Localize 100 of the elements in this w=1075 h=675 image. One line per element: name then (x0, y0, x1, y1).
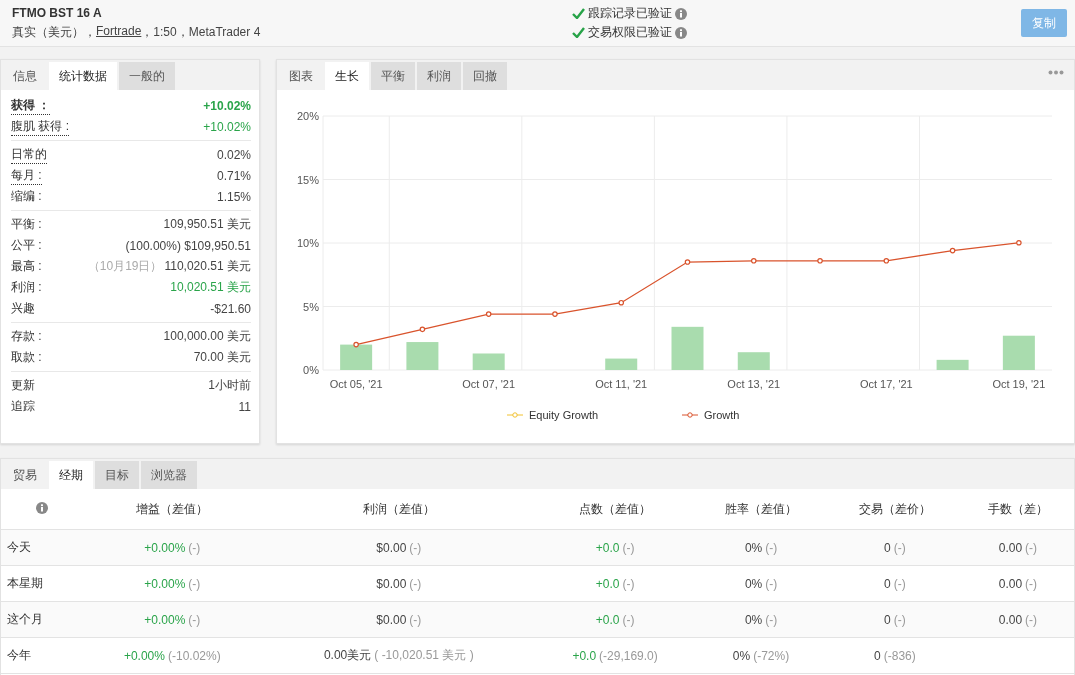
period-diff: (-) (188, 612, 201, 627)
period-value: +0.0 (595, 576, 620, 591)
axis-label: Oct 19, '21 (992, 378, 1046, 391)
period-value: +0.00% (144, 540, 186, 555)
verification-label: 跟踪记录已验证 (588, 5, 672, 23)
axis-label: 10% (296, 237, 319, 250)
stat-value: (100.00%) $109,950.51 (125, 238, 251, 253)
period-diff: (-) (1025, 540, 1038, 555)
stat-label: 公平 : (11, 237, 42, 255)
period-value: +0.0 (595, 612, 620, 627)
stat-label: 取款 : (11, 349, 42, 367)
stat-value: 70.00 美元 (193, 349, 251, 367)
axis-label: Oct 17, '21 (859, 378, 913, 391)
period-diff: (-836) (883, 648, 916, 663)
period-diff: (-) (765, 612, 778, 627)
stat-value: 0.71% (216, 168, 251, 183)
account-details: ，1:50，MetaTrader 4 (141, 23, 261, 41)
period-value: 0.00美元 (323, 648, 372, 662)
verification-label: 交易权限已验证 (588, 24, 672, 42)
period-diff: (-) (893, 576, 906, 591)
period-diff: ( -10,020.51 美元 ) (374, 648, 474, 662)
column-header: 胜率（差值） (694, 489, 828, 530)
stat-value: 0.02% (216, 147, 251, 162)
stat-label: 每月 : (11, 166, 42, 185)
period-value: 0% (744, 612, 763, 627)
period-diff: (-10.02%) (167, 648, 221, 663)
axis-label: Oct 13, '21 (727, 378, 781, 391)
period-value: 0.00 (998, 540, 1023, 555)
period-diff: (-) (409, 576, 422, 591)
axis-label: 5% (303, 300, 319, 313)
stat-label: 更新 (11, 377, 35, 395)
period-diff: (-) (622, 576, 635, 591)
stat-value: +10.02% (203, 98, 251, 113)
stat-value: 109,950.51 美元 (163, 216, 251, 234)
period-label: 今天 (1, 529, 83, 566)
stat-label: 存款 : (11, 328, 42, 346)
period-diff: (-) (622, 612, 635, 627)
period-value: 0 (884, 576, 891, 591)
period-value: $0.00 (376, 540, 407, 555)
period-value: 0% (732, 648, 751, 663)
period-diff: (-) (765, 540, 778, 555)
period-value: 0 (884, 612, 891, 627)
axis-label: 0% (303, 364, 319, 377)
axis-label: 15% (296, 173, 319, 186)
stat-value: 1.15% (216, 189, 251, 204)
column-header: 增益（差值） (83, 489, 262, 530)
column-header: 手数（差） (961, 489, 1074, 530)
period-value: +0.00% (123, 648, 165, 663)
period-value: +0.00% (144, 576, 186, 591)
stat-label: 平衡 : (11, 216, 42, 234)
stat-value: +10.02% (203, 119, 251, 134)
period-diff: (-) (893, 540, 906, 555)
column-header: 点数（差值） (536, 489, 695, 530)
stat-note: （10月19日） (87, 258, 163, 276)
period-diff: (-) (409, 612, 422, 627)
stat-label: 最高 : (11, 258, 42, 276)
period-diff: (-) (765, 576, 778, 591)
period-value: +0.0 (572, 648, 597, 663)
axis-label: Oct 11, '21 (595, 378, 648, 391)
period-diff: (-) (893, 612, 906, 627)
period-value: 0 (874, 648, 881, 663)
axis-label: Oct 07, '21 (462, 378, 516, 391)
stat-value: 100,000.00 美元 (163, 328, 251, 346)
stat-value: 110,020.51 美元 (164, 258, 251, 276)
period-label: 今年 (1, 637, 83, 674)
period-value: 0.00 (998, 612, 1023, 627)
period-value: 0% (744, 576, 763, 591)
period-diff: (-) (188, 576, 201, 591)
stat-label: 追踪 (11, 398, 35, 416)
stat-label: 缩编 : (11, 188, 42, 206)
period-value: 0 (884, 540, 891, 555)
period-value: 0.00 (998, 576, 1023, 591)
axis-label: 20% (296, 110, 319, 123)
stat-value: 11 (238, 399, 251, 414)
period-diff: (-) (622, 540, 635, 555)
column-header: 交易（差价） (827, 489, 962, 530)
period-value: +0.00% (144, 612, 186, 627)
stat-label: 兴趣 (11, 300, 35, 318)
stat-value: -$21.60 (210, 301, 251, 316)
period-diff: (-) (1025, 576, 1038, 591)
axis-label: Oct 05, '21 (329, 378, 383, 391)
period-value: $0.00 (376, 576, 407, 591)
period-diff: (-72%) (753, 648, 790, 663)
period-diff: (-) (188, 540, 201, 555)
stat-label: 利润 : (11, 279, 42, 297)
stat-value: 10,020.51 美元 (170, 279, 251, 297)
column-header: 利润（差值） (261, 489, 537, 530)
period-diff: (-29,169.0) (599, 648, 658, 663)
stat-value: 1小时前 (208, 377, 251, 395)
period-diff: (-) (409, 540, 422, 555)
stat-label: 日常的 (11, 145, 47, 164)
period-value: +0.0 (595, 540, 620, 555)
period-label: 本星期 (1, 565, 83, 602)
period-value: $0.00 (376, 612, 407, 627)
period-value: 0% (744, 540, 763, 555)
account-details: 真实（美元）， (12, 23, 96, 41)
account-title: FTMO BST 16 A (12, 5, 103, 20)
period-label: 这个月 (1, 601, 83, 638)
period-diff: (-) (1025, 612, 1038, 627)
stat-label: 腹肌 获得 : (11, 117, 69, 136)
